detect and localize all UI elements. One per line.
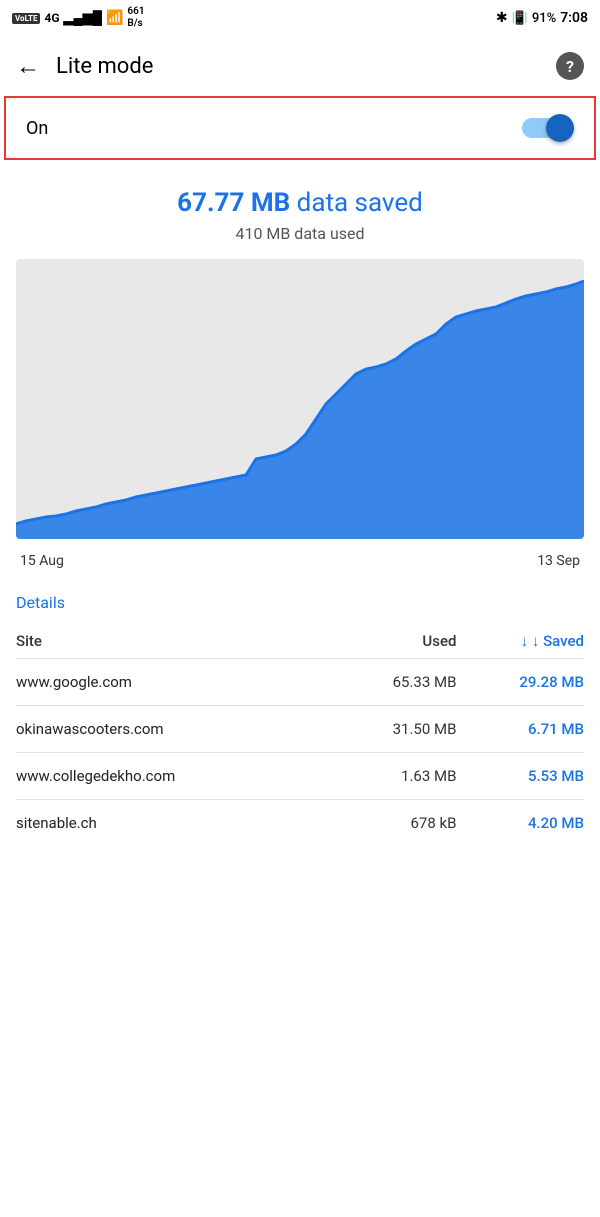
saved-cell: 29.28 MB [456, 659, 584, 706]
help-button[interactable]: ? [556, 52, 584, 80]
table-row: okinawascooters.com31.50 MB6.71 MB [16, 706, 584, 753]
status-left: VoLTE 4G ▂▄▆█ 📶 661B/s [12, 6, 145, 30]
site-cell: www.google.com [16, 659, 330, 706]
lite-mode-toggle[interactable] [522, 114, 574, 142]
clock: 7:08 [560, 10, 588, 26]
status-bar: VoLTE 4G ▂▄▆█ 📶 661B/s ✱ 📳 91% 7:08 [0, 0, 600, 36]
data-used-subtitle: 410 MB data used [20, 224, 580, 243]
wifi-icon: 📶 [106, 10, 123, 26]
data-usage-table: Site Used ↓ ↓ Saved www.google.com65.33 … [16, 624, 584, 846]
table-row: www.collegedekho.com1.63 MB5.53 MB [16, 753, 584, 800]
start-date: 15 Aug [20, 553, 64, 569]
site-cell: sitenable.ch [16, 800, 330, 847]
data-saved-amount: 67.77 MB [177, 188, 290, 218]
table-header-row: Site Used ↓ ↓ Saved [16, 624, 584, 659]
signal-bars-icon: ▂▄▆█ [64, 10, 102, 26]
bluetooth-icon: ✱ [496, 10, 508, 26]
end-date: 13 Sep [537, 553, 580, 569]
toolbar: ← Lite mode ? [0, 36, 600, 96]
data-saved-section: 67.77 MB data saved 410 MB data used [0, 160, 600, 259]
signal-4g: 4G [44, 11, 59, 25]
details-heading[interactable]: Details [16, 585, 584, 624]
col-saved-header: ↓ ↓ Saved [456, 624, 584, 659]
used-cell: 1.63 MB [330, 753, 456, 800]
used-cell: 31.50 MB [330, 706, 456, 753]
table-row: sitenable.ch678 kB4.20 MB [16, 800, 584, 847]
usage-chart [16, 259, 584, 539]
lite-mode-toggle-row[interactable]: On [4, 96, 596, 160]
used-cell: 678 kB [330, 800, 456, 847]
back-button[interactable]: ← [16, 54, 40, 78]
toggle-thumb [546, 114, 574, 142]
vibrate-icon: 📳 [512, 11, 528, 26]
date-range: 15 Aug 13 Sep [0, 547, 600, 585]
status-right: ✱ 📳 91% 7:08 [496, 10, 588, 26]
site-cell: okinawascooters.com [16, 706, 330, 753]
used-cell: 65.33 MB [330, 659, 456, 706]
sort-down-icon: ↓ [521, 632, 532, 650]
col-used-header: Used [330, 624, 456, 659]
toggle-label: On [26, 118, 48, 139]
table-row: www.google.com65.33 MB29.28 MB [16, 659, 584, 706]
page-title: Lite mode [56, 54, 556, 79]
volte-indicator: VoLTE [12, 13, 40, 24]
data-saved-text: data saved [297, 188, 423, 218]
chart-svg [16, 259, 584, 539]
saved-cell: 4.20 MB [456, 800, 584, 847]
saved-cell: 6.71 MB [456, 706, 584, 753]
data-saved-main: 67.77 MB data saved [20, 188, 580, 218]
site-cell: www.collegedekho.com [16, 753, 330, 800]
details-section: Details Site Used ↓ ↓ Saved www.google.c… [0, 585, 600, 846]
saved-cell: 5.53 MB [456, 753, 584, 800]
data-speed: 661B/s [127, 6, 144, 30]
battery-indicator: 91% [532, 11, 556, 26]
col-site-header: Site [16, 624, 330, 659]
